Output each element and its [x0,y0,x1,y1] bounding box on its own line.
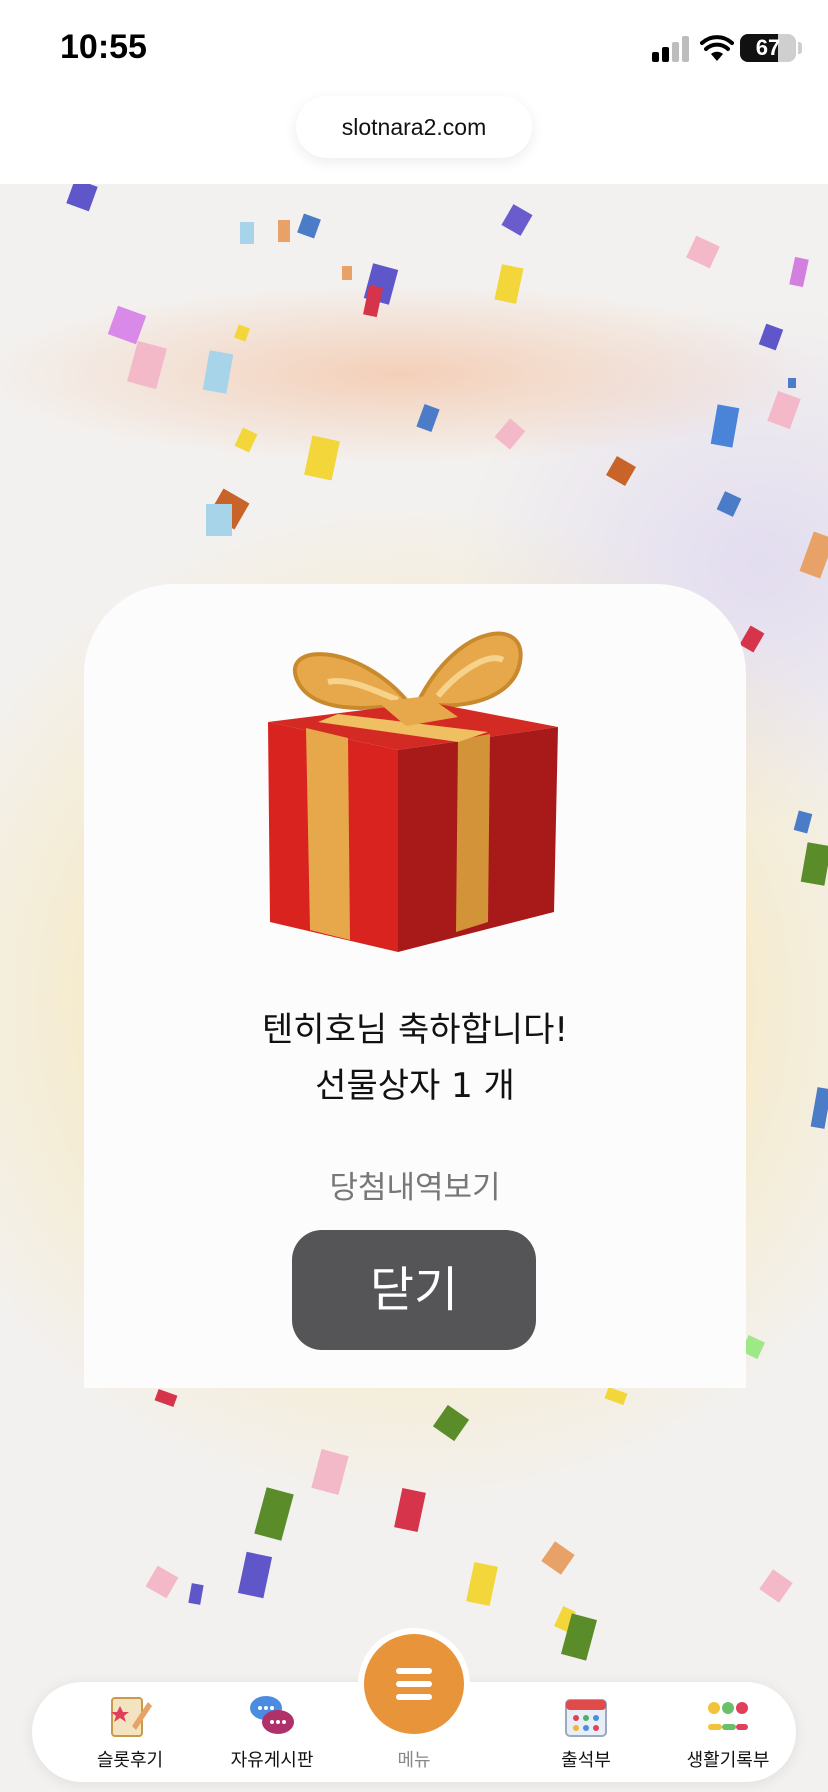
nav-item-attendance[interactable]: 출석부 [516,1682,656,1782]
review-pencil-icon [111,1697,152,1737]
emoji-record-icon [708,1702,748,1730]
close-button[interactable]: 닫기 [292,1230,536,1350]
menu-button[interactable] [364,1634,464,1734]
url-field[interactable]: slotnara2.com [296,96,532,158]
reward-amount: 선물상자 1 개 [315,1066,515,1106]
menu-icon [396,1668,432,1674]
nav-item-slot-review[interactable]: 슬롯후기 [60,1682,200,1782]
nav-item-free-board[interactable]: 자유게시판 [202,1682,342,1782]
battery-level: 67 [755,35,781,60]
congrats-message: 텐히호님 축하합니다! [262,1010,568,1050]
browser-address-bar: slotnara2.com [0,92,828,184]
gift-box-icon [268,631,558,952]
calendar-icon [565,1699,607,1737]
nav-label-menu: 메뉴 [397,1750,431,1771]
nav-label-attendance: 출석부 [561,1750,611,1771]
reward-modal: 텐히호님 축하합니다! 선물상자 1 개 당첨내역보기 닫기 [84,584,746,1388]
chat-bubbles-icon [250,1696,294,1734]
cellular-signal-icon [652,36,689,62]
nav-label-life-record: 생활기록부 [686,1750,770,1771]
status-bar: 10:55 67 [0,0,828,92]
nav-label-slot-review: 슬롯후기 [96,1750,164,1771]
nav-label-free-board: 자유게시판 [230,1750,314,1771]
battery-icon: 67 [740,34,796,62]
view-history-link[interactable]: 당첨내역보기 [84,1162,746,1207]
nav-item-life-record[interactable]: 생활기록부 [658,1682,798,1782]
status-time: 10:55 [60,28,147,66]
wifi-icon [700,35,734,61]
